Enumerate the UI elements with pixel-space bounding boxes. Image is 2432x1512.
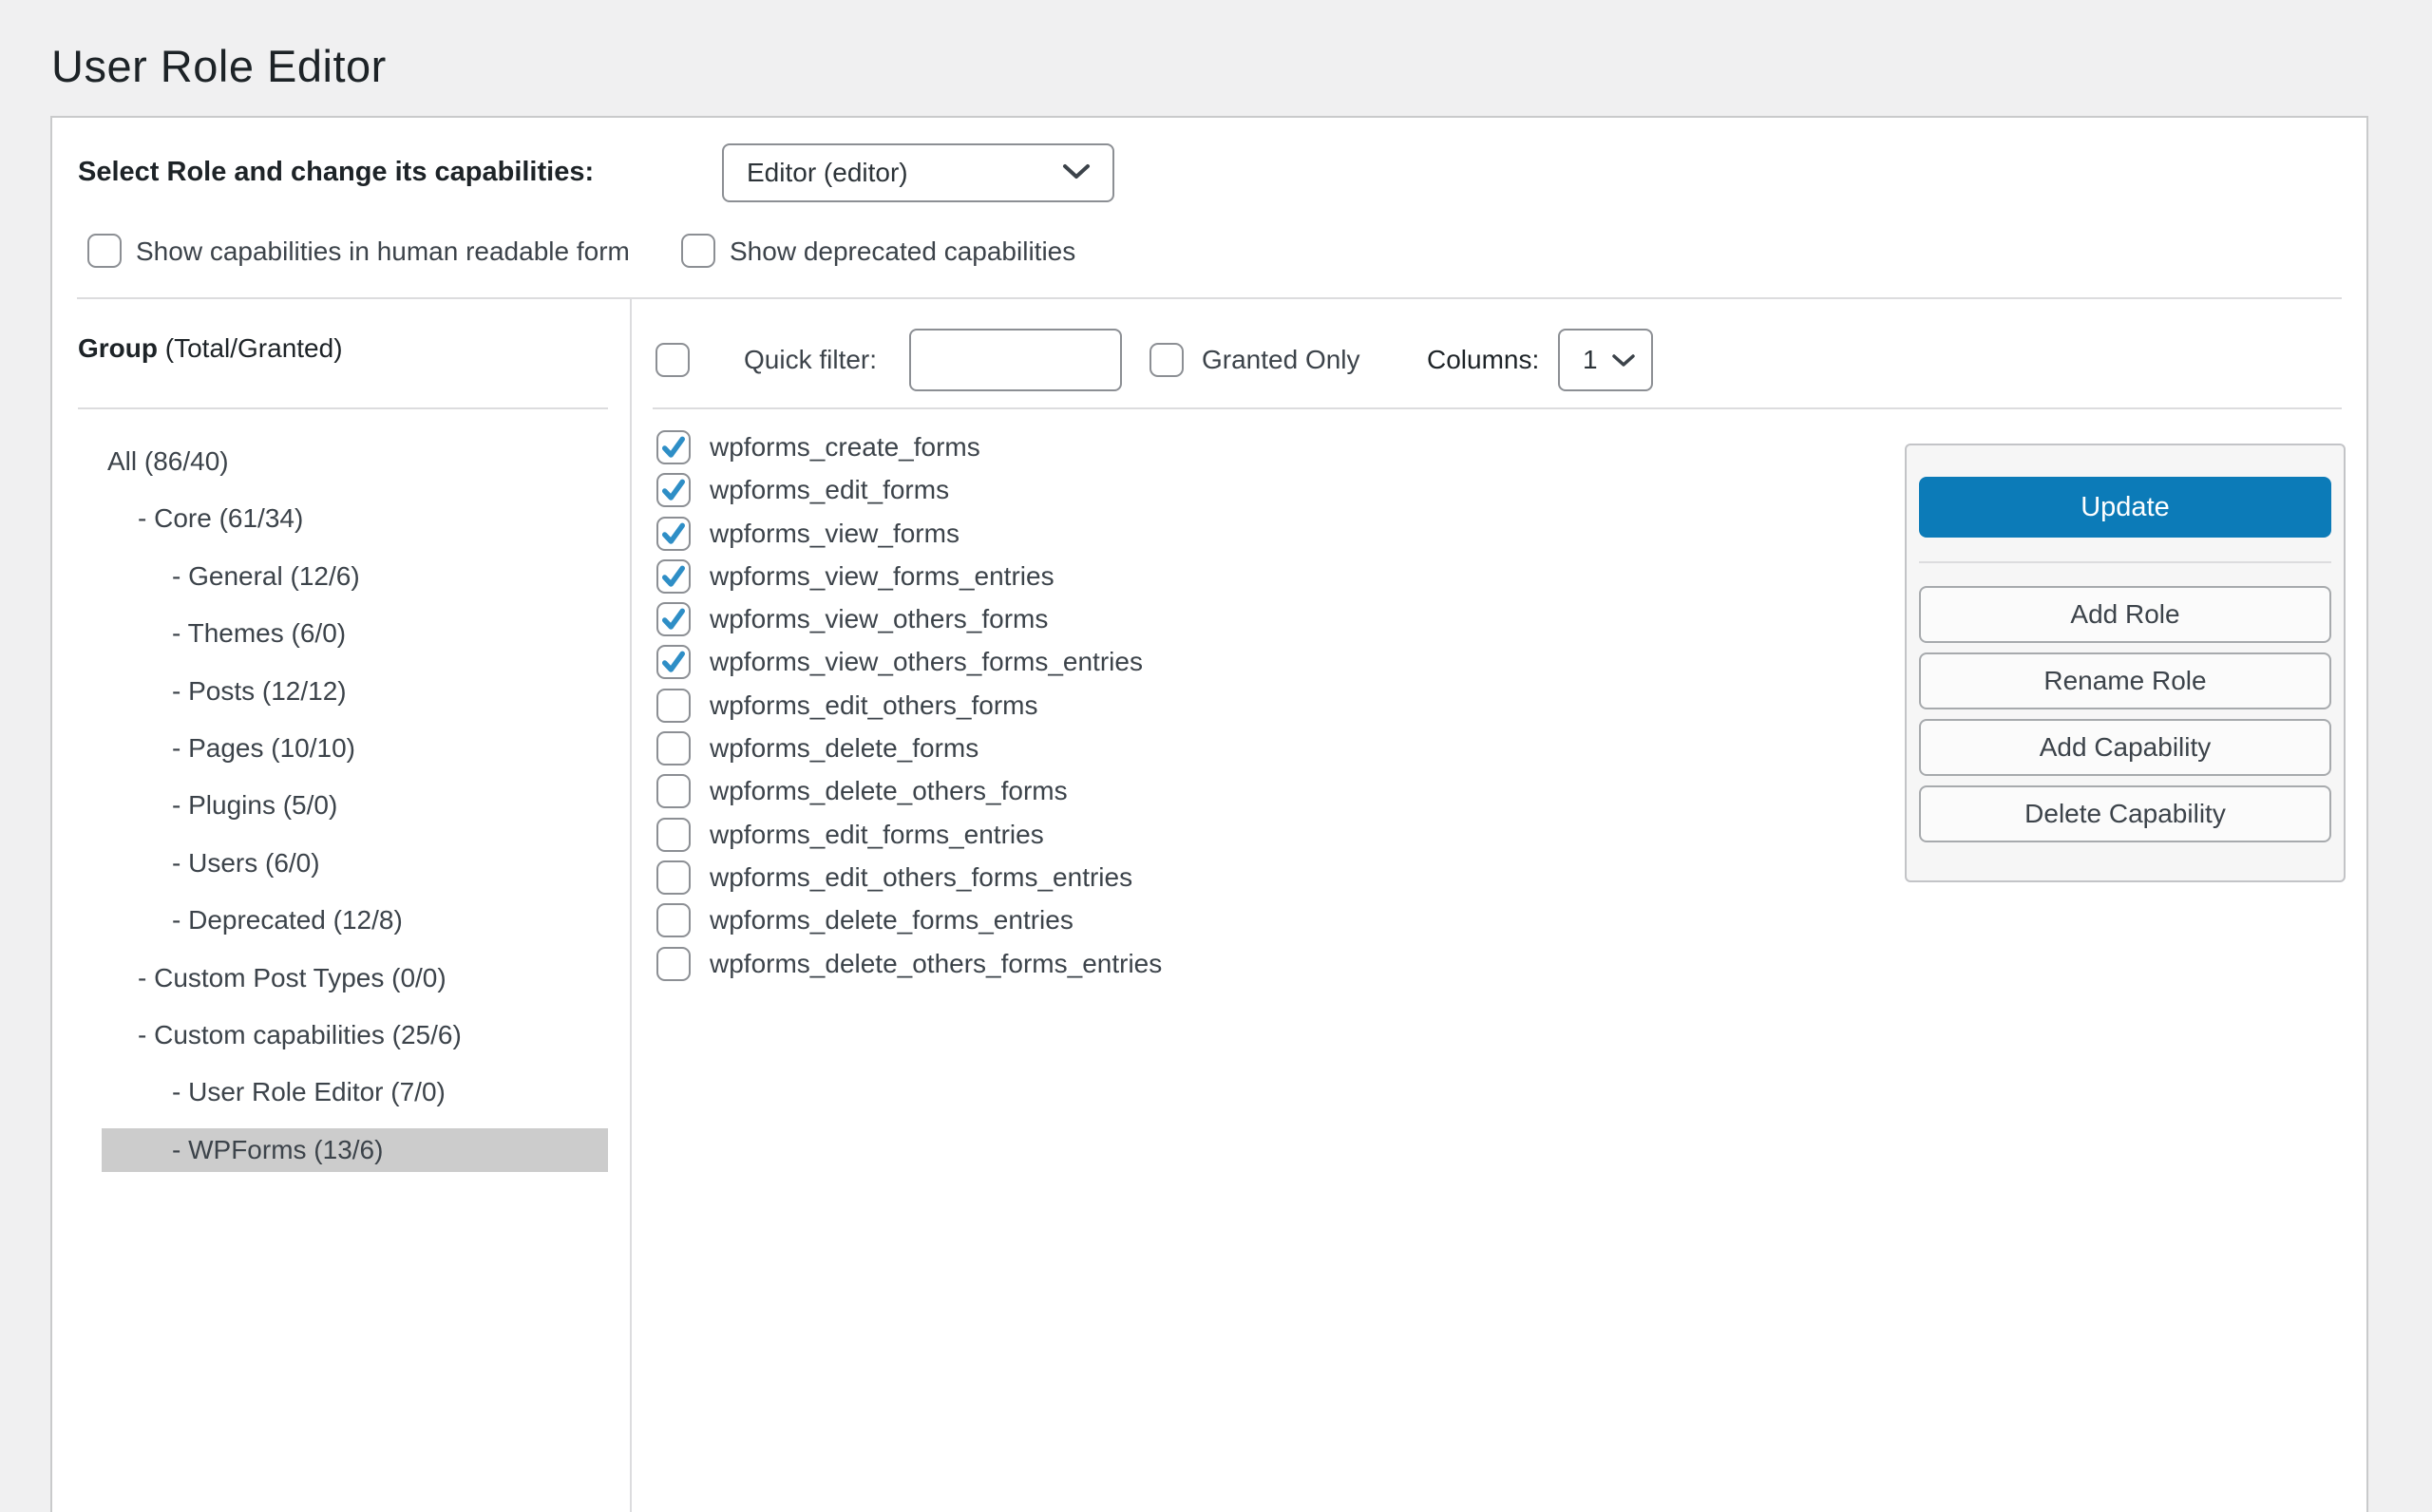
group-header-separator	[78, 407, 608, 409]
tree-item[interactable]: - Core (61/34)	[102, 497, 608, 540]
tree-item[interactable]: - User Role Editor (7/0)	[102, 1070, 608, 1114]
capability-list: wpforms_create_forms wpforms_edit_formswp…	[656, 430, 1162, 990]
capability-row: wpforms_edit_others_forms	[656, 689, 1162, 723]
quick-filter-input[interactable]	[909, 329, 1122, 391]
capability-checkbox[interactable]	[656, 559, 691, 594]
columns-divider	[630, 299, 632, 1512]
tree-item[interactable]: - Pages (10/10)	[102, 727, 608, 770]
toggle-all-checkbox[interactable]	[656, 343, 690, 377]
capability-label[interactable]: wpforms_delete_others_forms_entries	[710, 949, 1162, 979]
capability-label[interactable]: wpforms_delete_forms_entries	[710, 905, 1074, 936]
tree-item[interactable]: - WPForms (13/6)	[102, 1128, 608, 1172]
capability-row: wpforms_view_forms	[656, 517, 1162, 551]
capability-row: wpforms_create_forms	[656, 430, 1162, 464]
capability-label[interactable]: wpforms_delete_forms	[710, 733, 978, 764]
capability-row: wpforms_view_others_forms	[656, 602, 1162, 636]
tree-item[interactable]: - Users (6/0)	[102, 841, 608, 885]
capability-checkbox[interactable]	[656, 903, 691, 937]
update-button[interactable]: Update	[1919, 477, 2331, 538]
capability-checkbox[interactable]	[656, 645, 691, 679]
columns-label: Columns:	[1427, 329, 1539, 391]
group-column-header: Group (Total/Granted)	[78, 331, 343, 367]
capability-label[interactable]: wpforms_delete_others_forms	[710, 776, 1068, 806]
capability-label[interactable]: wpforms_edit_forms	[710, 475, 949, 505]
capability-label[interactable]: wpforms_view_others_forms	[710, 604, 1048, 634]
tree-item[interactable]: - General (12/6)	[102, 555, 608, 598]
user-role-editor-panel: Select Role and change its capabilities:…	[50, 116, 2368, 1512]
capability-row: wpforms_delete_forms_entries	[656, 903, 1162, 937]
top-separator	[77, 297, 2342, 299]
capability-label[interactable]: wpforms_edit_others_forms	[710, 690, 1037, 721]
add-role-button[interactable]: Add Role	[1919, 586, 2331, 643]
columns-select[interactable]: 1	[1558, 329, 1653, 391]
capability-row: wpforms_delete_forms	[656, 731, 1162, 765]
capability-row: wpforms_edit_others_forms_entries	[656, 860, 1162, 895]
capability-label[interactable]: wpforms_create_forms	[710, 432, 980, 463]
capability-label[interactable]: wpforms_edit_others_forms_entries	[710, 862, 1132, 893]
show-deprecated-checkbox[interactable]	[681, 234, 715, 268]
capability-label[interactable]: wpforms_view_forms_entries	[710, 561, 1054, 592]
show-deprecated-label[interactable]: Show deprecated capabilities	[730, 234, 1075, 270]
capability-row: wpforms_delete_others_forms_entries	[656, 947, 1162, 981]
chevron-down-icon	[1061, 158, 1092, 188]
capability-checkbox[interactable]	[656, 689, 691, 723]
actions-separator	[1919, 561, 2331, 563]
tree-item[interactable]: All (86/40)	[102, 440, 608, 483]
rename-role-button[interactable]: Rename Role	[1919, 652, 2331, 709]
capability-checkbox[interactable]	[656, 473, 691, 507]
show-human-readable-checkbox[interactable]	[87, 234, 122, 268]
tree-item[interactable]: - Deprecated (12/8)	[102, 898, 608, 942]
capability-checkbox[interactable]	[656, 947, 691, 981]
capability-checkbox[interactable]	[656, 602, 691, 636]
role-select-value: Editor (editor)	[747, 158, 908, 188]
capability-row: wpforms_edit_forms	[656, 473, 1162, 507]
tree-item[interactable]: - Plugins (5/0)	[102, 784, 608, 827]
tree-item[interactable]: - Posts (12/12)	[102, 670, 608, 713]
capability-row: wpforms_view_forms_entries	[656, 559, 1162, 594]
capability-checkbox[interactable]	[656, 731, 691, 765]
tree-item[interactable]: - Custom capabilities (25/6)	[102, 1013, 608, 1057]
columns-select-value: 1	[1583, 345, 1598, 375]
group-header-title: Group	[78, 333, 158, 363]
delete-capability-button[interactable]: Delete Capability	[1919, 785, 2331, 842]
group-header-suffix: (Total/Granted)	[158, 333, 343, 363]
capability-checkbox[interactable]	[656, 860, 691, 895]
capability-label[interactable]: wpforms_edit_forms_entries	[710, 820, 1044, 850]
granted-only-label[interactable]: Granted Only	[1202, 329, 1360, 391]
page-title: User Role Editor	[51, 40, 387, 92]
granted-only-checkbox[interactable]	[1150, 343, 1184, 377]
capability-checkbox[interactable]	[656, 774, 691, 808]
capability-row: wpforms_edit_forms_entries	[656, 818, 1162, 852]
filter-row-separator	[653, 407, 2342, 409]
select-role-label: Select Role and change its capabilities:	[78, 152, 594, 192]
capability-checkbox[interactable]	[656, 517, 691, 551]
tree-item[interactable]: - Custom Post Types (0/0)	[102, 956, 608, 1000]
chevron-down-icon	[1611, 345, 1636, 375]
capability-checkbox[interactable]	[656, 818, 691, 852]
add-capability-button[interactable]: Add Capability	[1919, 719, 2331, 776]
capability-label[interactable]: wpforms_view_forms	[710, 519, 960, 549]
show-human-readable-label[interactable]: Show capabilities in human readable form	[136, 234, 630, 270]
capability-checkbox[interactable]	[656, 430, 691, 464]
capability-row: wpforms_delete_others_forms	[656, 774, 1162, 808]
capability-label[interactable]: wpforms_view_others_forms_entries	[710, 647, 1143, 677]
quick-filter-label: Quick filter:	[744, 329, 877, 391]
capability-row: wpforms_view_others_forms_entries	[656, 645, 1162, 679]
actions-panel: Update Add Role Rename Role Add Capabili…	[1905, 444, 2346, 882]
role-select[interactable]: Editor (editor)	[722, 143, 1114, 202]
group-tree: All (86/40) - Core (61/34) - General (12/6…	[102, 440, 608, 1185]
tree-item[interactable]: - Themes (6/0)	[102, 612, 608, 655]
